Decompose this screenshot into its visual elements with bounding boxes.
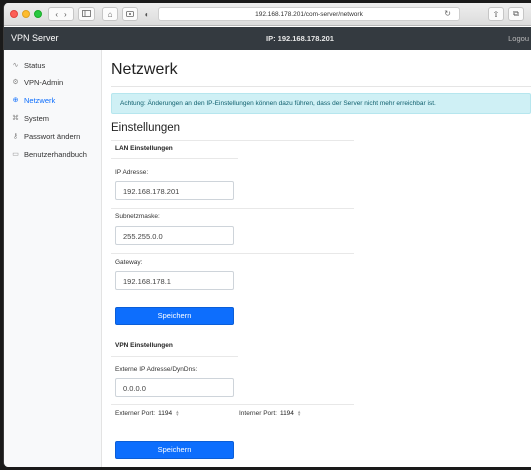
divider — [111, 158, 238, 159]
gear-icon: ⚙ — [12, 79, 19, 86]
shield-button[interactable]: ◐ — [141, 7, 153, 21]
external-ip-label: Externe IP Adresse/DynDns: — [115, 366, 198, 373]
sidebar-item-passwort[interactable]: ⚷ Passwort ändern — [11, 130, 80, 142]
sidebar-item-status[interactable]: ∿ Status — [11, 59, 46, 71]
activity-icon: ∿ — [12, 62, 19, 69]
sidebar-item-label: Status — [24, 60, 46, 70]
lan-settings-title: LAN Einstellungen — [115, 145, 173, 152]
divider — [111, 253, 354, 254]
extension-button[interactable] — [122, 7, 138, 21]
url-text: 192.168.178.201/com-server/network — [255, 10, 363, 18]
sidebar-item-system[interactable]: ⌘ System — [11, 112, 49, 124]
sidebar-item-netzwerk[interactable]: ⊕ Netzwerk — [11, 94, 56, 106]
reload-icon[interactable]: ↻ — [444, 9, 451, 18]
port-stepper-icon[interactable]: ▴ ▾ — [176, 409, 179, 417]
sidebar-item-label: Passwort ändern — [24, 131, 81, 141]
shield-icon: ◐ — [144, 9, 150, 19]
brand-title[interactable]: VPN Server — [11, 33, 59, 43]
share-button[interactable]: ⇧ — [488, 7, 504, 21]
home-icon: ⌂ — [107, 9, 113, 19]
sidebar-item-label: System — [24, 113, 50, 123]
subnet-mask-input[interactable]: 255.255.0.0 — [115, 226, 234, 245]
close-window-button[interactable] — [10, 10, 18, 18]
top-navbar: VPN Server IP: 192.168.178.201 Logou — [4, 27, 531, 50]
page-title: Netzwerk — [111, 61, 178, 78]
sidebar-toggle-button[interactable] — [78, 7, 95, 21]
forward-icon[interactable]: › — [64, 10, 67, 19]
sidebar-item-label: VPN-Admin — [24, 77, 64, 87]
main-content: Netzwerk Achtung: Änderungen an den IP-E… — [103, 50, 531, 467]
external-port-field[interactable]: Externer Port: 1194 ▴ ▾ — [115, 409, 179, 417]
address-bar[interactable]: 192.168.178.201/com-server/network ↻ — [158, 7, 460, 21]
home-button[interactable]: ⌂ — [102, 7, 118, 21]
book-icon: ▭ — [12, 151, 19, 158]
back-forward-buttons[interactable]: ‹ › — [48, 7, 74, 21]
sidebar-item-label: Benutzerhandbuch — [24, 149, 87, 159]
ip-address-input[interactable]: 192.168.178.201 — [115, 181, 234, 200]
divider — [111, 86, 531, 87]
sidebar-item-vpn-admin[interactable]: ⚙ VPN-Admin — [11, 76, 63, 88]
globe-icon: ⊕ — [12, 97, 19, 104]
save-vpn-button[interactable]: Speichern — [115, 441, 234, 459]
ip-address-label: IP Adresse: — [115, 169, 149, 176]
internal-port-value[interactable]: 1194 — [280, 410, 294, 417]
divider — [111, 140, 354, 141]
share-icon: ⇧ — [492, 9, 500, 19]
external-port-label: Externer Port: — [115, 410, 156, 417]
section-title: Einstellungen — [111, 122, 181, 134]
divider — [111, 404, 354, 405]
cog-icon: ⌘ — [12, 115, 19, 122]
external-ip-input[interactable]: 0.0.0.0 — [115, 378, 234, 397]
sidebar-item-label: Netzwerk — [24, 95, 56, 105]
gateway-input[interactable]: 192.168.178.1 — [115, 271, 234, 290]
divider — [111, 208, 354, 209]
divider — [111, 356, 238, 357]
zoom-window-button[interactable] — [34, 10, 42, 18]
extension-icon — [126, 10, 134, 19]
warning-alert: Achtung: Änderungen an den IP-Einstellun… — [111, 93, 531, 114]
port-stepper-icon[interactable]: ▴ ▾ — [298, 409, 301, 417]
sidebar: ∿ Status ⚙ VPN-Admin ⊕ Netzwerk ⌘ System… — [4, 50, 102, 467]
server-ip-label: IP: 192.168.178.201 — [266, 34, 334, 43]
key-icon: ⚷ — [12, 133, 19, 140]
sidebar-icon — [82, 9, 91, 19]
logout-link[interactable]: Logou — [508, 34, 529, 43]
gateway-label: Gateway: — [115, 259, 143, 266]
tabs-button[interactable]: ⧉ — [508, 7, 524, 21]
sidebar-item-benutzerhandbuch[interactable]: ▭ Benutzerhandbuch — [11, 148, 87, 160]
external-port-value[interactable]: 1194 — [158, 410, 172, 417]
internal-port-field[interactable]: Interner Port: 1194 ▴ ▾ — [239, 409, 301, 417]
vpn-settings-title: VPN Einstellungen — [115, 342, 173, 349]
browser-toolbar: ‹ › ⌂ ◐ 192.168.178.201/com-server/netwo… — [4, 3, 531, 26]
save-lan-button[interactable]: Speichern — [115, 307, 234, 325]
minimize-window-button[interactable] — [22, 10, 30, 18]
browser-window: ‹ › ⌂ ◐ 192.168.178.201/com-server/netwo… — [3, 3, 531, 467]
back-icon[interactable]: ‹ — [55, 10, 58, 19]
subnet-mask-label: Subnetzmaske: — [115, 213, 160, 220]
internal-port-label: Interner Port: — [239, 410, 277, 417]
tabs-icon: ⧉ — [513, 9, 519, 18]
